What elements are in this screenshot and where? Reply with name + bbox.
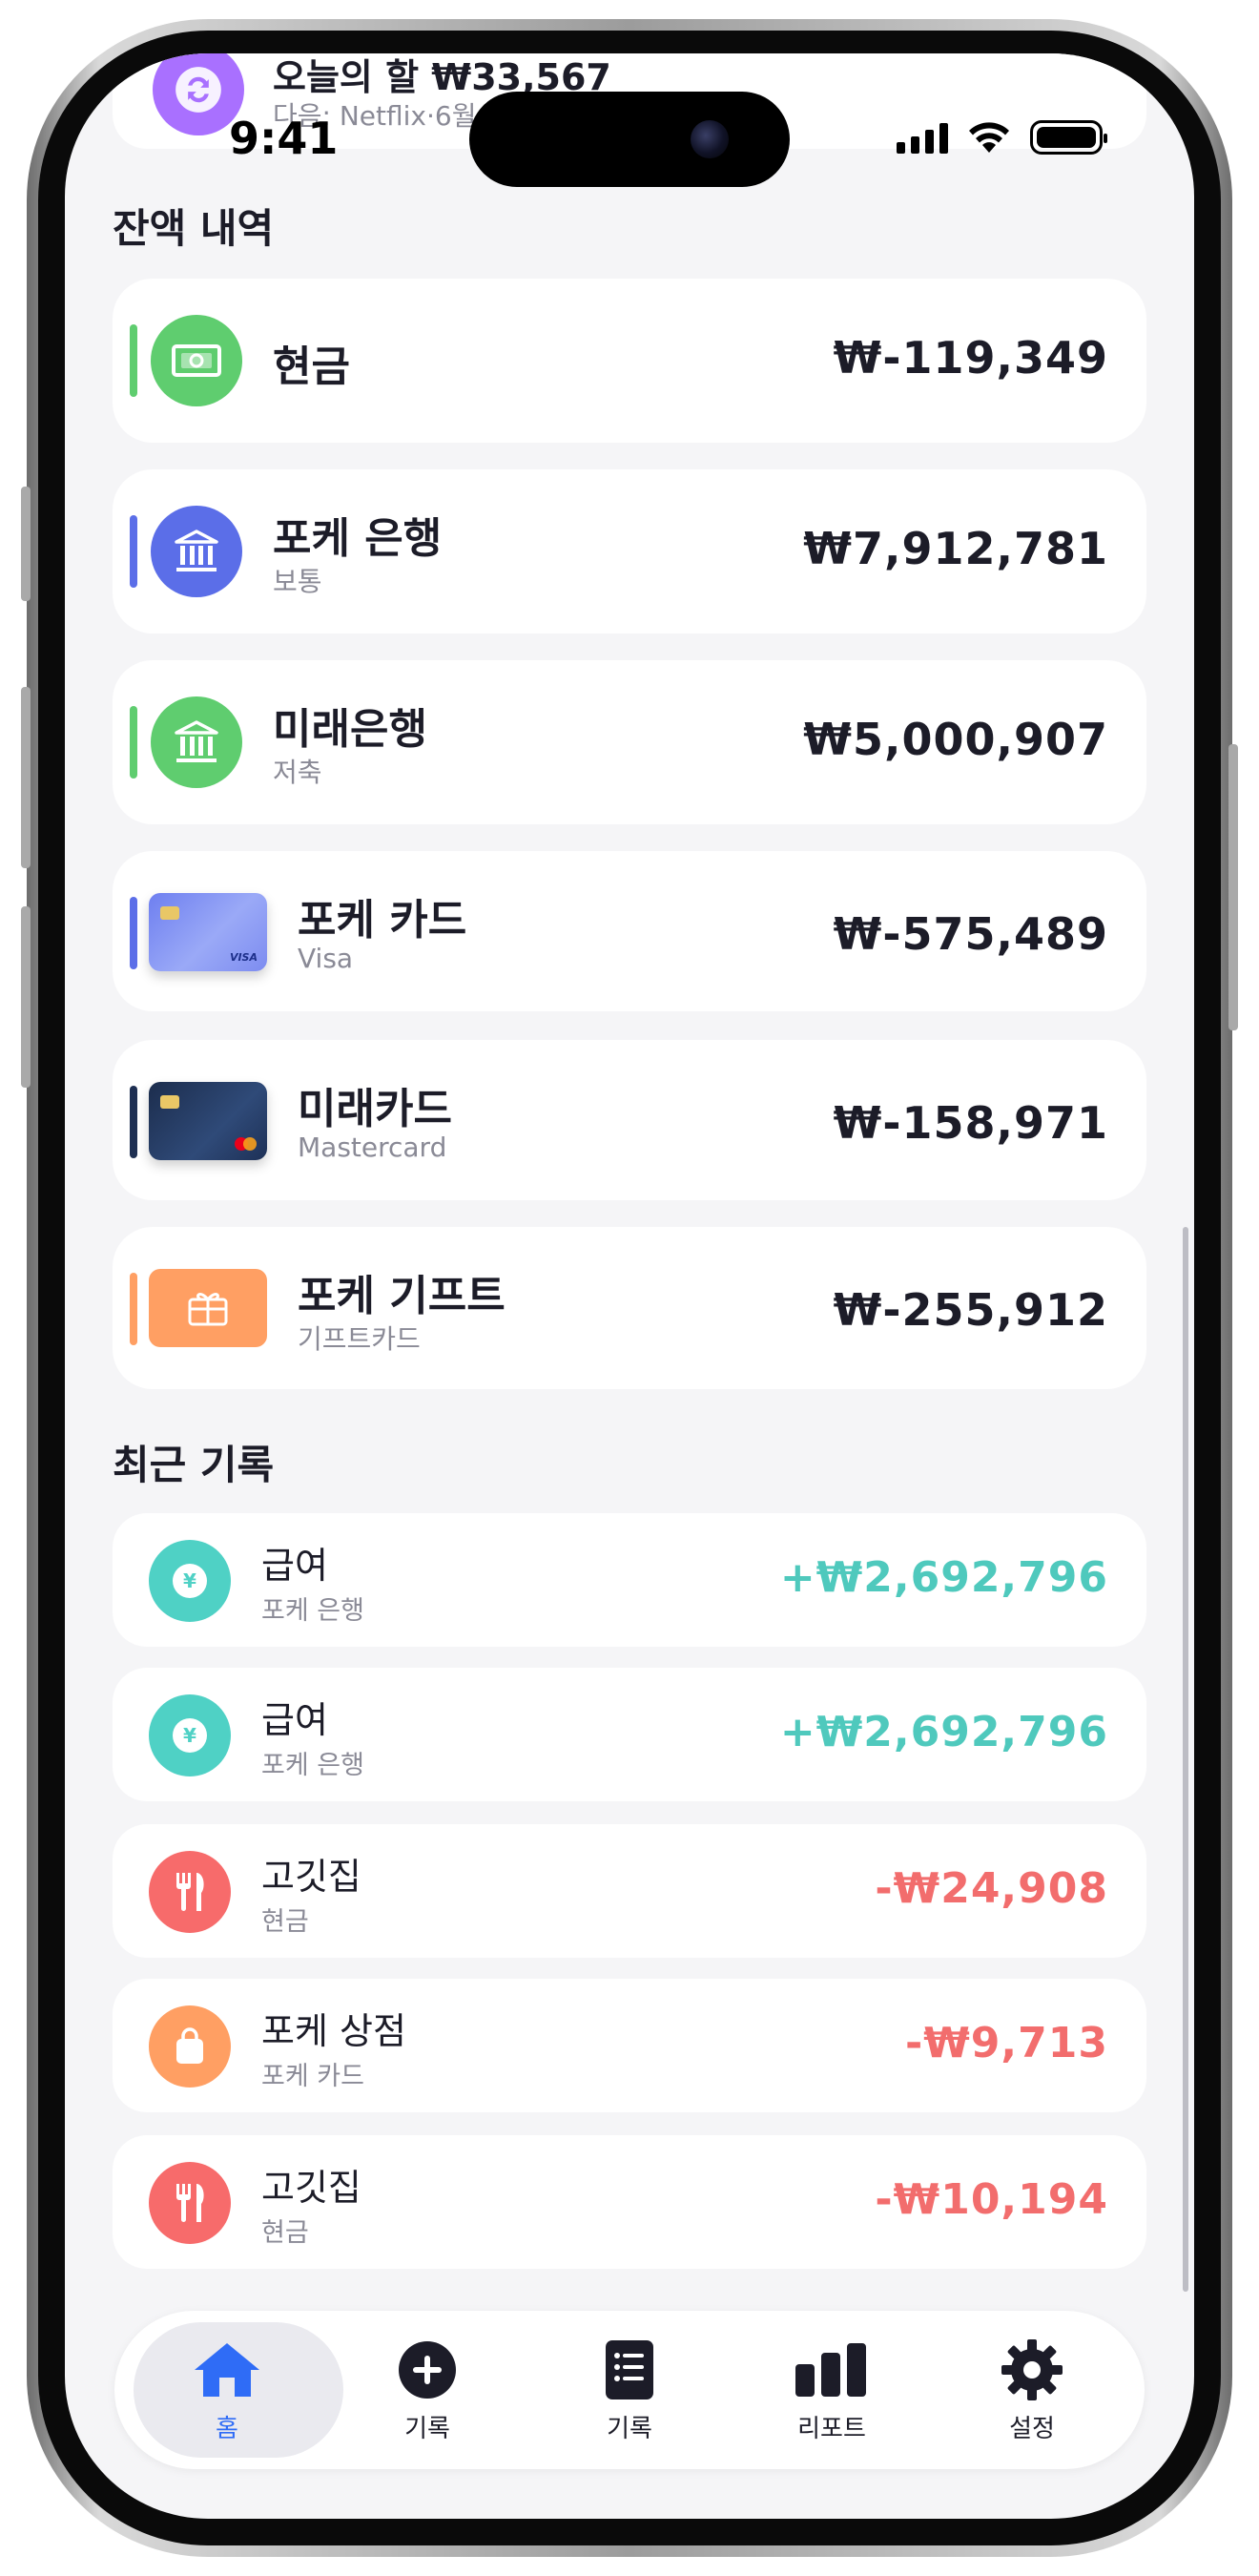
transaction-account: 현금 <box>261 2218 309 2248</box>
transaction-amount: -₩10,194 <box>875 2175 1108 2224</box>
account-row[interactable]: 포케 기프트 기프트카드 ₩-255,912 <box>113 1227 1146 1389</box>
account-row[interactable]: 현금 ₩-119,349 <box>113 279 1146 443</box>
tab-home[interactable]: 홈 <box>124 2311 343 2469</box>
status-time: 9:41 <box>229 113 339 164</box>
account-balance: ₩-119,349 <box>833 332 1108 384</box>
gear-icon <box>1000 2337 1064 2403</box>
account-balance: ₩-255,912 <box>833 1284 1108 1336</box>
transaction-account: 포케 카드 <box>261 2062 364 2091</box>
scrollbar[interactable] <box>1183 1227 1188 2292</box>
account-balance: ₩-575,489 <box>833 908 1108 960</box>
account-name: 포케 은행 <box>273 514 443 563</box>
transaction-name: 급여 <box>261 1545 328 1587</box>
account-name: 미래은행 <box>273 705 427 754</box>
cash-icon <box>151 315 242 406</box>
camera-icon <box>691 120 729 158</box>
yen-icon: ¥ <box>149 1694 231 1776</box>
battery-icon <box>1030 120 1107 155</box>
cellular-signal-icon <box>897 121 948 154</box>
account-row[interactable]: 미래은행 저축 ₩5,000,907 <box>113 660 1146 824</box>
tab-label: 설정 <box>1009 2414 1055 2443</box>
account-row[interactable]: VISA 포케 카드 Visa ₩-575,489 <box>113 851 1146 1011</box>
account-row[interactable]: 미래카드 Mastercard ₩-158,971 <box>113 1040 1146 1200</box>
tab-settings[interactable]: 설정 <box>929 2311 1135 2469</box>
gift-card-icon <box>149 1269 267 1347</box>
account-name: 포케 기프트 <box>298 1272 506 1320</box>
credit-card-icon: VISA <box>149 893 267 971</box>
list-icon <box>604 2337 655 2403</box>
account-color-bar <box>130 515 137 588</box>
account-name: 미래카드 <box>298 1085 452 1133</box>
shopping-bag-icon <box>149 2005 231 2088</box>
balances-title: 잔액 내역 <box>113 205 275 252</box>
account-color-bar <box>130 1086 137 1158</box>
account-type: Mastercard <box>298 1132 447 1163</box>
transaction-amount: -₩9,713 <box>905 2019 1108 2067</box>
bank-icon <box>151 696 242 788</box>
tab-records[interactable]: 기록 <box>526 2311 733 2469</box>
credit-card-icon <box>149 1082 267 1160</box>
recent-title: 최근 기록 <box>113 1442 275 1488</box>
transaction-name: 급여 <box>261 1699 328 1741</box>
transaction-row[interactable]: ¥ 급여 포케 은행 +₩2,692,796 <box>113 1668 1146 1801</box>
transaction-row[interactable]: 고깃집 현금 -₩10,194 <box>113 2135 1146 2269</box>
account-name: 현금 <box>273 343 350 391</box>
action-button <box>21 487 31 601</box>
account-type: 기프트카드 <box>298 1323 421 1355</box>
transaction-name: 고깃집 <box>261 1856 361 1898</box>
volume-down-button <box>21 906 31 1088</box>
tab-label: 기록 <box>607 2414 652 2443</box>
transaction-amount: +₩2,692,796 <box>779 1553 1108 1602</box>
svg-text:¥: ¥ <box>183 1724 196 1747</box>
transaction-row[interactable]: 포케 상점 포케 카드 -₩9,713 <box>113 1979 1146 2112</box>
transaction-amount: -₩24,908 <box>875 1864 1108 1913</box>
account-balance: ₩7,912,781 <box>803 523 1108 574</box>
svg-text:¥: ¥ <box>183 1569 196 1592</box>
account-color-bar <box>130 324 137 397</box>
tab-label: 홈 <box>216 2414 238 2443</box>
transaction-row[interactable]: 고깃집 현금 -₩24,908 <box>113 1824 1146 1958</box>
account-balance: ₩-158,971 <box>833 1097 1108 1149</box>
transaction-account: 현금 <box>261 1907 309 1937</box>
transaction-account: 포케 은행 <box>261 1751 364 1780</box>
transaction-amount: +₩2,692,796 <box>779 1708 1108 1756</box>
app-screen: 오늘의 할 ₩33,567 다음: Netflix·6월 15일 9:41 잔액… <box>65 53 1194 2519</box>
tab-bar: 홈 기록 기록 리포트 설정 <box>114 2311 1145 2469</box>
fork-knife-icon <box>149 1851 231 1933</box>
account-row[interactable]: 포케 은행 보통 ₩7,912,781 <box>113 469 1146 634</box>
fork-knife-icon <box>149 2162 231 2244</box>
bank-icon <box>151 506 242 597</box>
tab-add-record[interactable]: 기록 <box>324 2311 530 2469</box>
account-type: Visa <box>298 943 354 974</box>
bar-chart-icon <box>794 2337 870 2403</box>
account-type: 저축 <box>273 757 322 788</box>
transaction-name: 포케 상점 <box>261 2010 406 2052</box>
account-color-bar <box>130 1273 137 1345</box>
account-color-bar <box>130 897 137 969</box>
power-button <box>1228 744 1238 1030</box>
home-icon <box>191 2337 263 2403</box>
plus-circle-icon <box>397 2337 458 2403</box>
tab-report[interactable]: 리포트 <box>729 2311 935 2469</box>
account-color-bar <box>130 706 137 779</box>
transaction-account: 포케 은행 <box>261 1596 364 1626</box>
account-type: 보통 <box>273 566 322 597</box>
volume-up-button <box>21 687 31 868</box>
tab-label: 리포트 <box>797 2414 866 2443</box>
transaction-row[interactable]: ¥ 급여 포케 은행 +₩2,692,796 <box>113 1513 1146 1647</box>
account-name: 포케 카드 <box>298 896 467 945</box>
yen-icon: ¥ <box>149 1540 231 1622</box>
wifi-icon <box>969 122 1009 153</box>
dynamic-island <box>469 92 790 187</box>
tab-label: 기록 <box>404 2414 450 2443</box>
transaction-name: 고깃집 <box>261 2167 361 2209</box>
account-balance: ₩5,000,907 <box>803 714 1108 765</box>
